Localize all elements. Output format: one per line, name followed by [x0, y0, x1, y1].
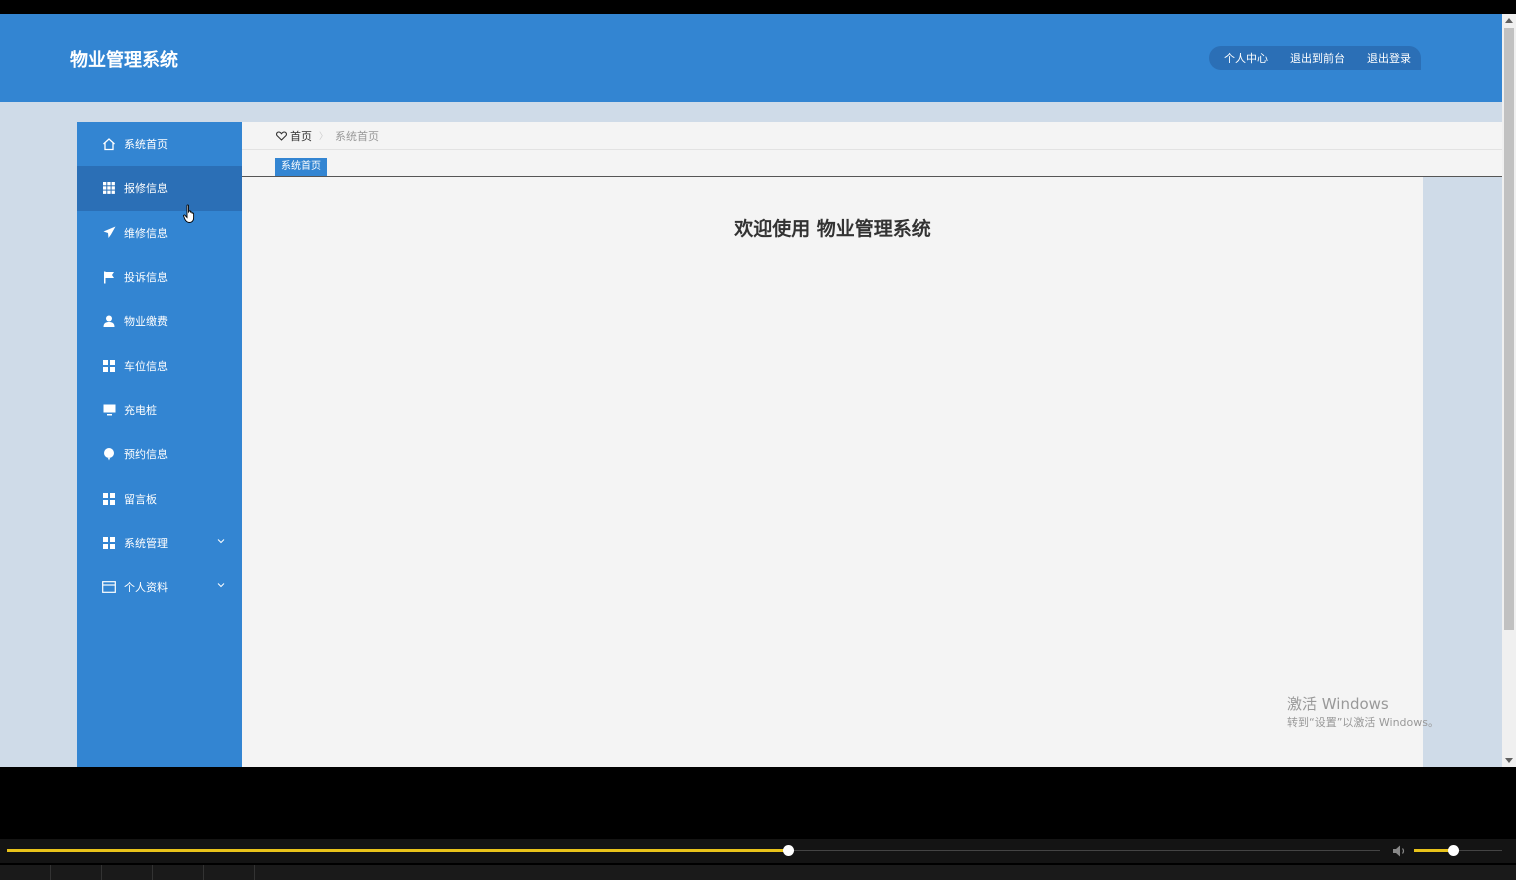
toolbar-slot: [204, 865, 255, 880]
content-right-gutter: [1423, 177, 1502, 767]
chevron-down-icon: [216, 580, 226, 590]
sidebar-item-system-management[interactable]: 系统管理: [77, 521, 242, 565]
sidebar-item-label: 系统首页: [124, 138, 168, 152]
toolbar-slot: [51, 865, 102, 880]
sidebar-item-label: 充电桩: [124, 403, 157, 417]
sidebar-item-message-board[interactable]: 留言板: [77, 476, 242, 520]
main-content: 首页 〉 系统首页 系统首页 欢迎使用 物业管理系统: [242, 122, 1502, 767]
sidebar-item-label: 物业缴费: [124, 315, 168, 329]
header-actions: 个人中心 退出到前台 退出登录: [1209, 46, 1421, 70]
toolbar-slot: [0, 865, 51, 880]
sidebar-item-label: 留言板: [124, 492, 157, 506]
grid-icon: [102, 181, 116, 195]
scroll-down-arrow-icon[interactable]: [1505, 758, 1513, 763]
toolbar-slot: [102, 865, 153, 880]
toolbar-slot: [153, 865, 204, 880]
personal-center-link[interactable]: 个人中心: [1209, 50, 1279, 66]
sidebar-item-complaints[interactable]: 投诉信息: [77, 255, 242, 299]
exit-to-frontend-link[interactable]: 退出到前台: [1279, 50, 1356, 66]
sidebar-item-label: 系统管理: [124, 536, 168, 550]
browser-page: 物业管理系统 个人中心 退出到前台 退出登录 系统首页 报修信息 维修信息 投诉…: [0, 14, 1502, 767]
sidebar-item-parking[interactable]: 车位信息: [77, 343, 242, 387]
volume-knob[interactable]: [1447, 845, 1459, 856]
monitor-icon: [102, 403, 116, 417]
progress-track[interactable]: [7, 845, 1380, 856]
sidebar-item-property-fees[interactable]: 物业缴费: [77, 299, 242, 343]
scroll-up-arrow-icon[interactable]: [1505, 18, 1513, 23]
sidebar-item-reservations[interactable]: 预约信息: [77, 432, 242, 476]
chevron-down-icon: [216, 536, 226, 546]
sidebar-item-profile[interactable]: 个人资料: [77, 565, 242, 609]
progress-knob[interactable]: [783, 845, 795, 856]
volume-track[interactable]: [1414, 845, 1502, 856]
app-header: 物业管理系统 个人中心 退出到前台 退出登录: [0, 14, 1502, 102]
windows-activation-title: 激活 Windows: [1287, 695, 1389, 713]
volume-icon[interactable]: [1392, 844, 1408, 858]
home-icon: [102, 137, 116, 151]
tab-system-home[interactable]: 系统首页: [275, 158, 327, 176]
breadcrumb-home-label: 首页: [290, 129, 312, 143]
grid-four-icon: [102, 492, 116, 506]
user-icon: [102, 314, 116, 328]
logout-link[interactable]: 退出登录: [1356, 50, 1422, 66]
sidebar: 系统首页 报修信息 维修信息 投诉信息 物业缴费 车位信息 充电桩 预约信息 留…: [77, 122, 242, 767]
sidebar-item-label: 预约信息: [124, 448, 168, 462]
vertical-scrollbar[interactable]: [1502, 14, 1516, 767]
app-title: 物业管理系统: [70, 50, 178, 71]
volume-fill: [1414, 849, 1453, 852]
sidebar-item-home[interactable]: 系统首页: [77, 122, 242, 166]
sidebar-item-label: 车位信息: [124, 359, 168, 373]
tab-bar: 系统首页: [242, 150, 1502, 177]
hand-cursor-icon: [183, 204, 195, 223]
breadcrumb-separator: 〉: [319, 132, 329, 142]
sidebar-item-charging[interactable]: 充电桩: [77, 388, 242, 432]
paper-plane-icon: [102, 226, 116, 240]
window-top-bar: [0, 0, 1516, 14]
grid-four-icon: [102, 359, 116, 373]
breadcrumb-current: 系统首页: [335, 129, 380, 143]
heart-icon: [276, 130, 287, 141]
balloon-icon: [102, 447, 116, 461]
welcome-heading: 欢迎使用 物业管理系统: [734, 218, 931, 240]
sidebar-item-repair-reports[interactable]: 报修信息: [77, 166, 242, 211]
flag-icon: [102, 270, 116, 284]
sidebar-item-label: 投诉信息: [124, 271, 168, 285]
progress-fill: [7, 849, 789, 852]
grid-four-icon: [102, 536, 116, 550]
video-player-bar: [0, 767, 1516, 880]
scrollbar-thumb[interactable]: [1504, 28, 1514, 630]
player-controls: [0, 839, 1516, 863]
sidebar-item-label: 个人资料: [124, 581, 168, 595]
sidebar-item-label: 维修信息: [124, 226, 168, 240]
bottom-toolbar-strip: [0, 865, 1516, 880]
sidebar-item-maintenance[interactable]: 维修信息: [77, 211, 242, 255]
card-icon: [102, 580, 116, 594]
sidebar-item-label: 报修信息: [124, 182, 168, 196]
breadcrumb: 首页 〉 系统首页: [242, 122, 1502, 150]
breadcrumb-home[interactable]: 首页: [276, 128, 312, 144]
windows-activation-subtitle: 转到“设置”以激活 Windows。: [1287, 716, 1439, 729]
